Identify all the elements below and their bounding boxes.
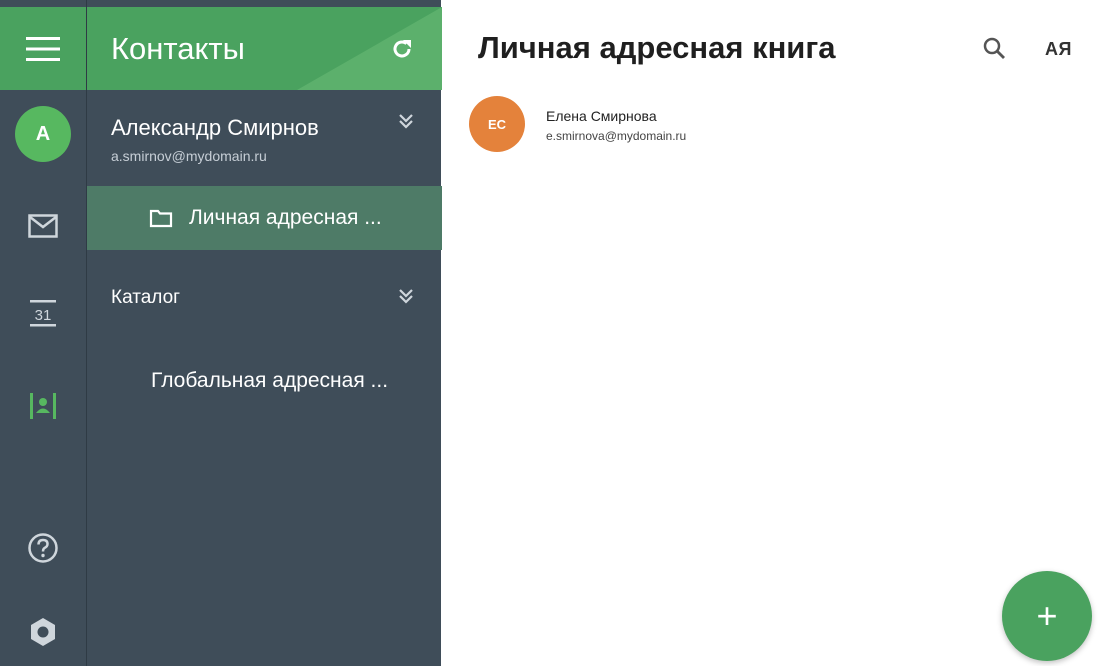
folder-personal-address-book[interactable]: Личная адресная ...	[87, 186, 442, 250]
catalog-title: Каталог	[111, 287, 181, 308]
search-button[interactable]	[982, 36, 1006, 65]
add-contact-button[interactable]: +	[1002, 571, 1092, 661]
help-button[interactable]	[0, 528, 86, 568]
menu-button[interactable]	[0, 7, 86, 90]
chevron-double-down-icon[interactable]	[397, 287, 415, 305]
folder-global-address-book[interactable]: Глобальная адресная ...	[151, 369, 388, 393]
menu-icon	[26, 36, 60, 61]
account-avatar: А	[15, 106, 71, 162]
mail-button[interactable]	[0, 206, 86, 246]
settings-icon	[31, 618, 55, 646]
folder-icon	[149, 209, 173, 228]
chevron-double-down-icon[interactable]	[397, 112, 415, 130]
folder-label: Личная адресная ...	[189, 206, 382, 229]
refresh-button[interactable]	[390, 37, 414, 66]
contact-list-item[interactable]: ЕС Елена Смирнова e.smirnova@mydomain.ru	[469, 96, 1069, 156]
panel-title: Контакты	[111, 31, 245, 66]
contact-avatar: ЕС	[469, 96, 525, 152]
refresh-icon	[393, 40, 411, 58]
header-decoration	[297, 7, 442, 90]
calendar-icon: 31	[30, 300, 56, 327]
sort-button[interactable]: АЯ	[1045, 39, 1072, 60]
contacts-button[interactable]	[0, 386, 86, 426]
calendar-day: 31	[35, 307, 52, 324]
page-title: Личная адресная книга	[478, 30, 836, 65]
settings-button[interactable]	[0, 612, 86, 652]
app-rail: А 31	[0, 0, 86, 666]
mail-icon	[28, 214, 58, 238]
search-icon	[983, 37, 1005, 59]
help-icon	[28, 533, 58, 563]
contact-name: Елена Смирнова	[546, 108, 657, 124]
account-name: Александр Смирнов	[111, 115, 319, 140]
panel-header: Контакты	[87, 7, 442, 90]
account-email: a.smirnov@mydomain.ru	[111, 148, 267, 164]
folder-panel: Контакты Александр Смирнов a.smirnov@myd…	[86, 0, 442, 666]
contact-email: e.smirnova@mydomain.ru	[546, 129, 687, 143]
account-avatar-button[interactable]: А	[0, 106, 86, 162]
calendar-button[interactable]: 31	[0, 291, 86, 335]
contacts-icon	[30, 393, 56, 419]
